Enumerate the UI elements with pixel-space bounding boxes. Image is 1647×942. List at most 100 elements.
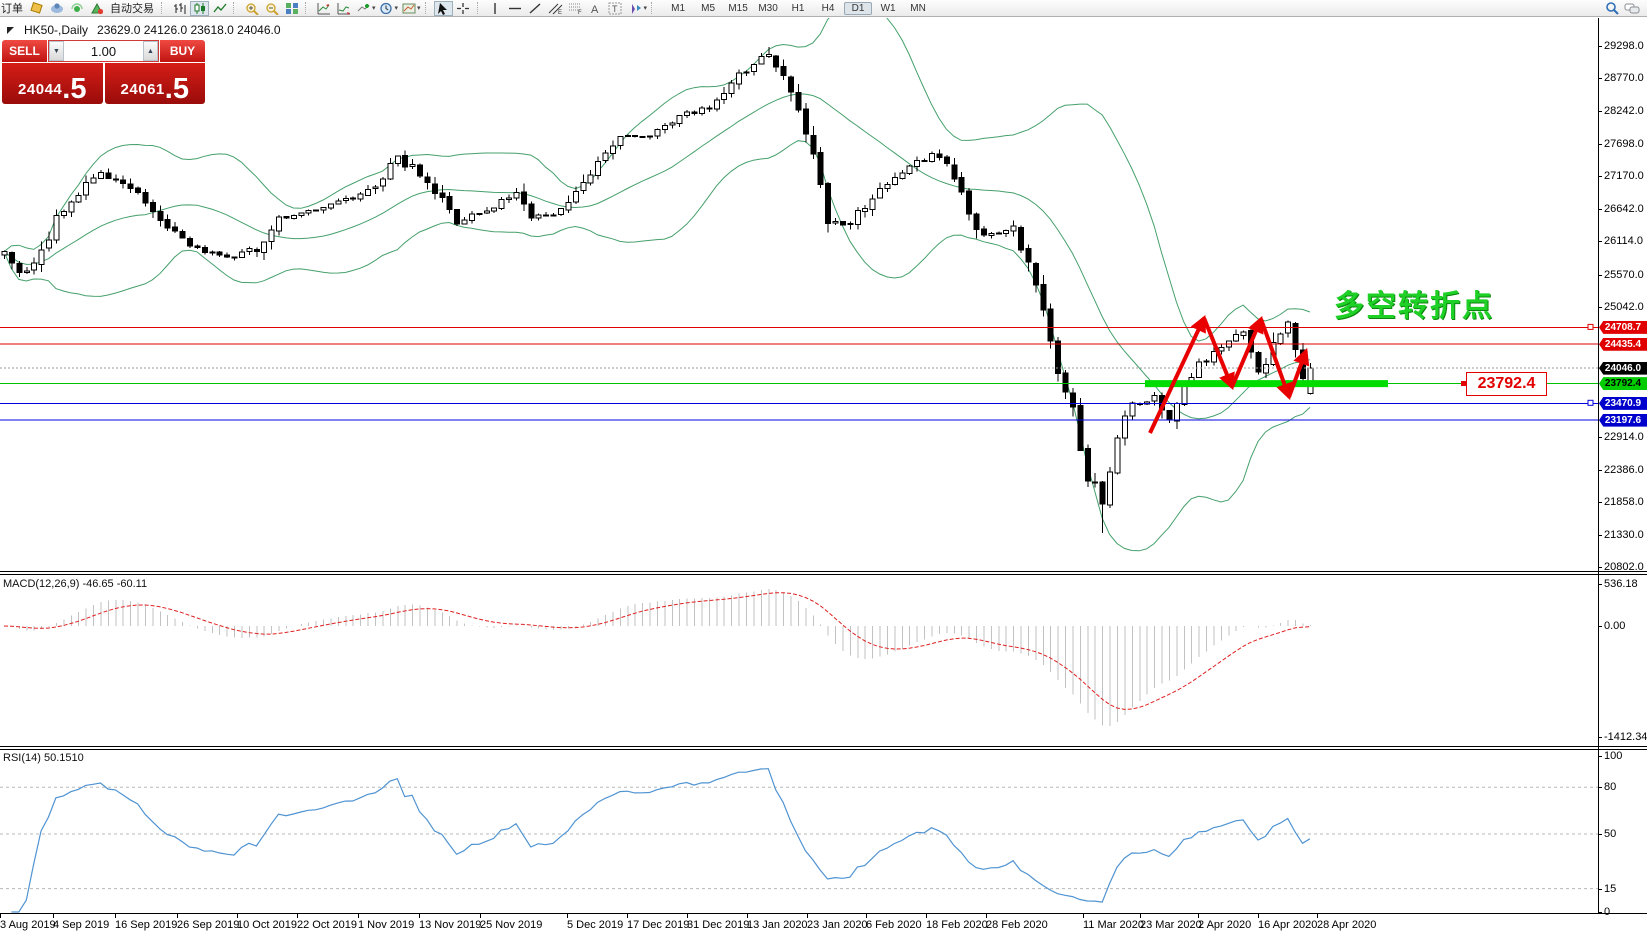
date-tick-label: 18 Feb 2020 [926,919,988,931]
sell-price-tile[interactable]: 24044 .5 [2,63,103,104]
tf-button-W1[interactable]: W1 [874,2,902,15]
tf-button-MN[interactable]: MN [904,2,932,15]
volume-input[interactable]: 1.00 [64,41,143,61]
candle-body [706,107,713,110]
sell-button[interactable]: SELL [2,40,47,62]
sell-price-frac: .5 [62,72,87,105]
tf-button-M15[interactable]: M15 [724,2,752,15]
buy-price-frac: .5 [164,72,189,105]
tf-button-M1[interactable]: M1 [664,2,692,15]
history-center-icon[interactable] [27,1,46,16]
candle-body [231,256,238,259]
add-indicator-icon[interactable] [354,1,373,16]
candle-body [1262,364,1269,374]
fibonacci-icon[interactable]: F [566,1,585,16]
buy-button[interactable]: BUY [160,40,205,62]
profit-chart-icon[interactable] [334,1,353,16]
period-dropdown-icon[interactable]: ▾ [395,4,399,12]
candle-body [1277,333,1284,345]
vertical-line-icon[interactable] [486,1,505,16]
candle-body [750,63,757,73]
candle-body [951,164,958,180]
add-indicator-dropdown-icon[interactable]: ▾ [372,4,376,12]
community-icon[interactable] [47,1,66,16]
autotrade-icon[interactable] [87,1,106,16]
template-icon[interactable] [399,1,418,16]
arrows-tool-icon[interactable] [626,1,645,16]
tf-button-M5[interactable]: M5 [694,2,722,15]
candle-body [1003,230,1010,235]
candle-body [988,232,995,236]
horizontal-line-icon[interactable] [506,1,525,16]
price-tick-label: 20802.0 [1604,561,1644,573]
tf-button-H4[interactable]: H4 [814,2,842,15]
text-label-icon[interactable]: T [606,1,625,16]
candle-body [624,134,631,137]
chat-icon[interactable] [1622,1,1641,16]
buy-price-tile[interactable]: 24061 .5 [104,63,205,105]
date-tick-label: 17 Dec 2019 [627,919,690,931]
candle-body [676,115,683,124]
tf-button-H1[interactable]: H1 [784,2,812,15]
macd-tick-label: 0.00 [1604,620,1626,632]
date-tick-label: 31 Dec 2019 [687,919,750,931]
zoom-in-icon[interactable] [242,1,261,16]
candle-body [1099,481,1106,505]
candle-body [506,197,513,201]
candle-body [157,211,164,221]
candle-body [736,72,743,85]
equidistant-channel-icon[interactable]: E [546,1,565,16]
candle-body [1218,347,1225,352]
top-toolbar: 订单 自动交易 ▾ ▾ ▾ E F A T ▾ M1 M5 M15 M30 H1… [0,0,1647,17]
trendline-icon[interactable] [526,1,545,16]
signals-icon[interactable] [67,1,86,16]
candle-body [995,232,1002,235]
candle-body [669,122,676,126]
candle-body [684,111,691,116]
line-chart-icon[interactable] [210,1,229,16]
candlestick-chart-icon[interactable] [190,0,209,16]
price-level-box[interactable]: 23792.4 [1466,372,1547,396]
candle-body [780,66,787,77]
date-tick-label: 16 Sep 2019 [115,919,178,931]
template-dropdown-icon[interactable]: ▾ [417,4,421,12]
zoom-out-icon[interactable] [262,1,281,16]
autotrade-button[interactable]: 自动交易 [107,0,157,16]
candle-body [884,184,891,190]
candle-body [832,221,839,224]
candle-body [1077,405,1084,451]
search-icon[interactable] [1602,1,1621,16]
crosshair-icon[interactable] [454,1,473,16]
candle-body [216,251,223,256]
period-clock-icon[interactable] [377,1,396,16]
candle-body [142,191,149,204]
rsi-tick-label: 0 [1604,906,1611,918]
volume-decrease-button[interactable]: ▼ [49,41,64,61]
tf-button-D1[interactable]: D1 [844,1,873,15]
price-box-handle[interactable] [1461,381,1466,386]
tf-button-M30[interactable]: M30 [754,2,782,15]
tile-windows-icon[interactable] [282,1,301,16]
candle-body [127,183,134,190]
turning-point-annotation[interactable]: 多空转折点 [1334,281,1494,325]
candle-body [558,208,564,215]
sell-price-main: 24044 [18,81,63,98]
ohlc-values: 23629.0 24126.0 23618.0 24046.0 [97,23,281,37]
arrows-dropdown-icon[interactable]: ▾ [644,4,648,12]
candle-body [1166,410,1173,421]
bollinger-band-line [3,140,1311,552]
candle-body [1203,360,1210,363]
new-order-button[interactable]: 订单 [0,0,26,16]
text-tool-icon[interactable]: A [586,1,605,16]
volume-increase-button[interactable]: ▲ [143,41,158,61]
strategy-tester-icon[interactable] [314,1,333,16]
cursor-icon[interactable] [433,0,453,16]
bar-chart-icon[interactable] [170,1,189,16]
candle-body [105,172,112,179]
price-tick-label: 21858.0 [1604,496,1644,509]
toolbar-grip [305,2,310,14]
macd-tick-label: -1412.34 [1604,731,1647,743]
candle-body [23,270,30,273]
chart-canvas[interactable] [0,0,1647,942]
candle-body [862,208,869,212]
